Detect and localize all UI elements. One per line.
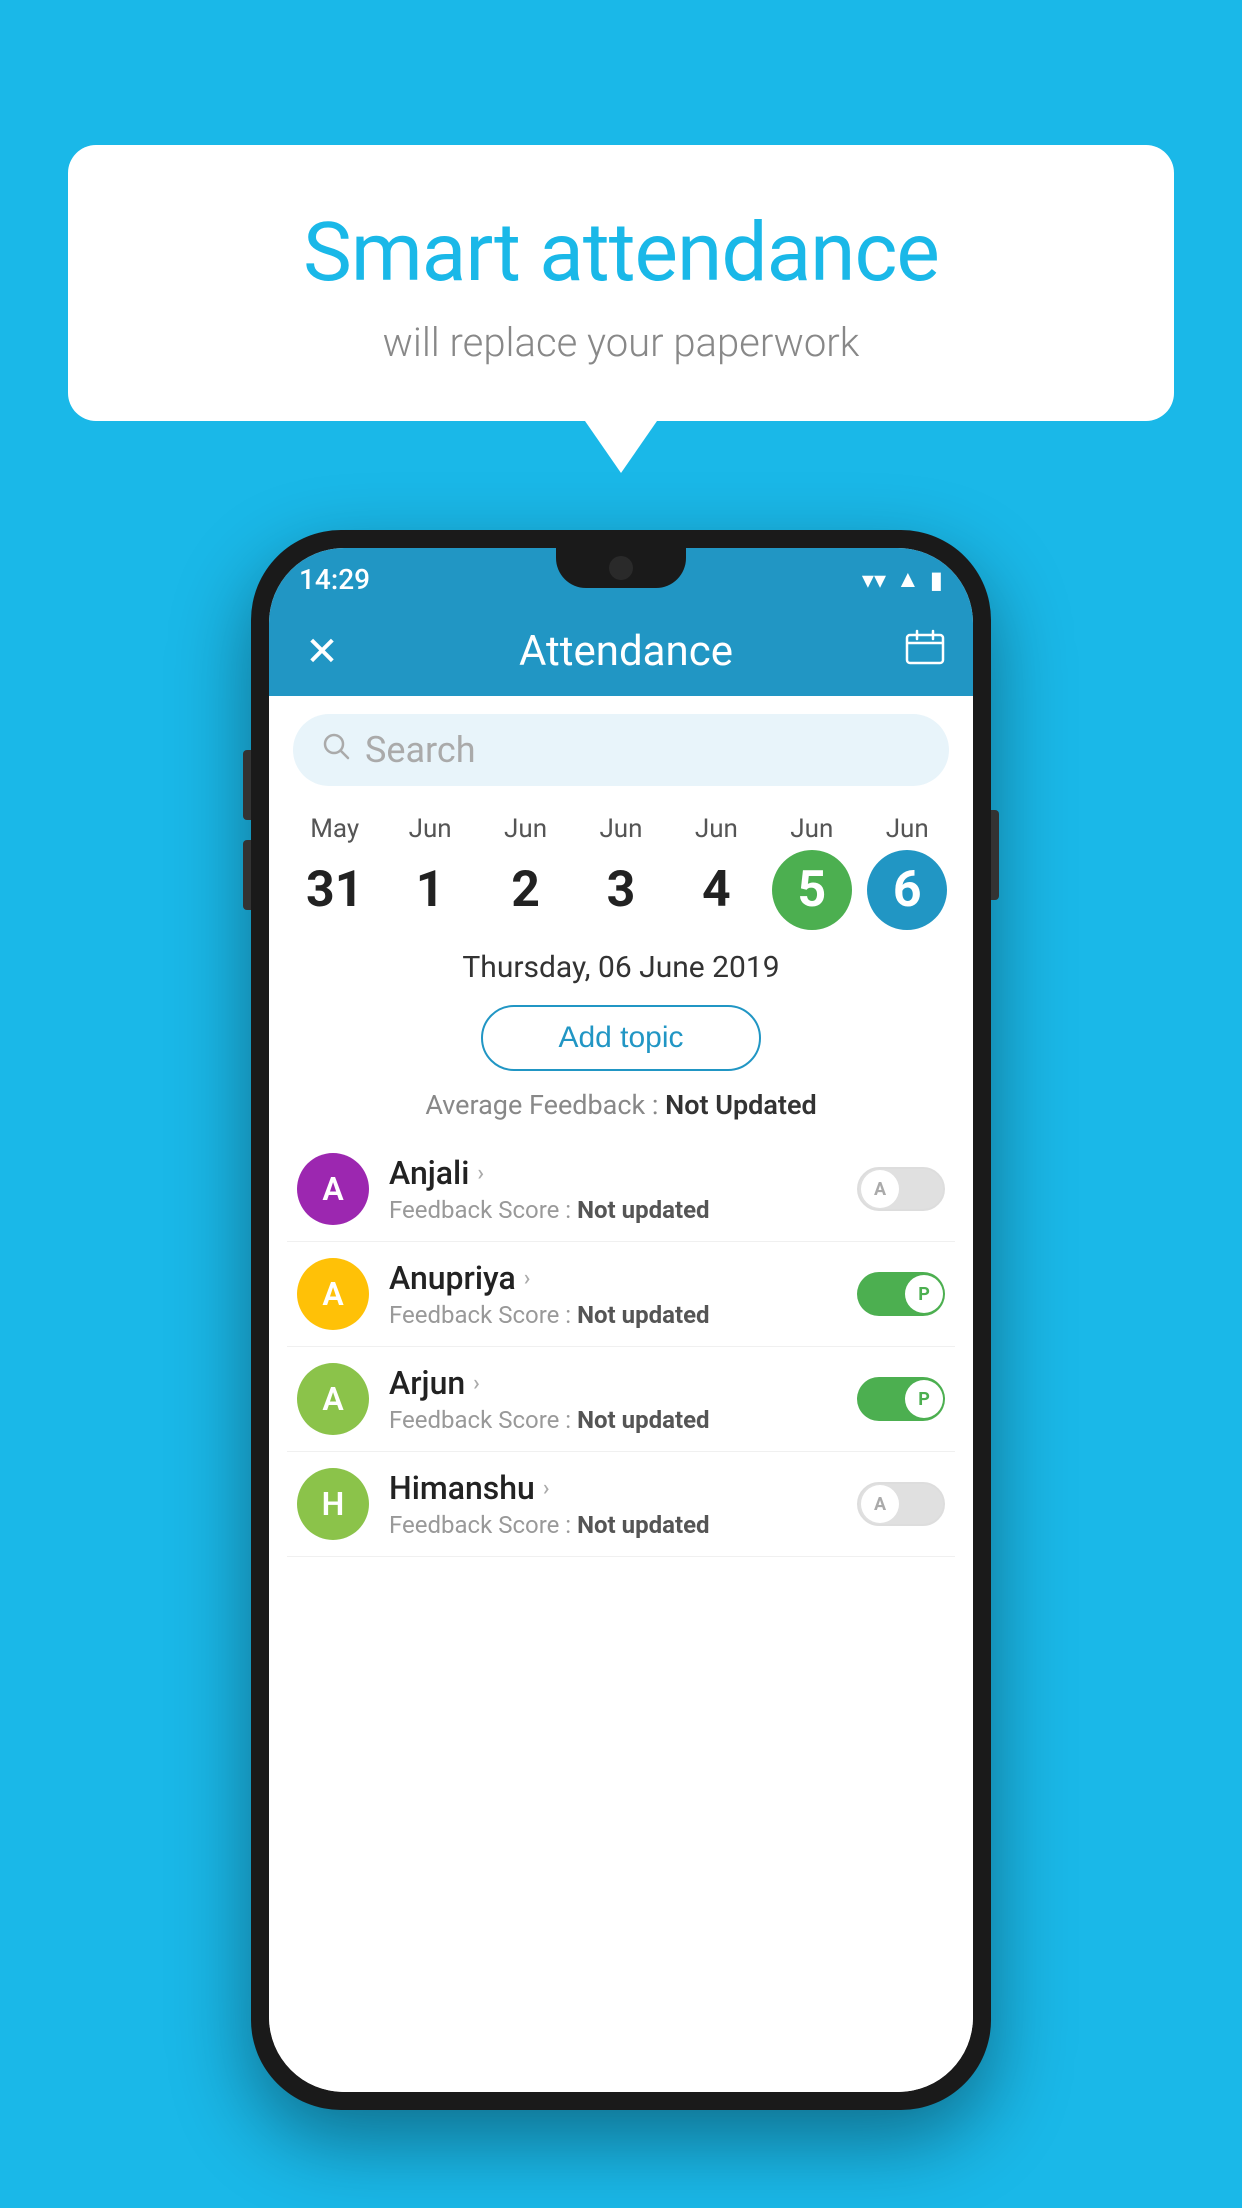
search-bar[interactable]: Search	[293, 714, 949, 786]
app-header: ✕ Attendance	[269, 606, 973, 696]
toggle-knob: P	[905, 1380, 943, 1418]
student-name[interactable]: Arjun ›	[389, 1364, 837, 1402]
toggle-switch[interactable]: A	[857, 1167, 945, 1211]
date-item[interactable]: Jun 4	[676, 814, 756, 930]
bubble-title: Smart attendance	[118, 205, 1124, 301]
date-month: Jun	[409, 814, 452, 844]
date-item[interactable]: Jun 5	[772, 814, 852, 930]
avg-feedback-value: Not Updated	[665, 1089, 817, 1121]
date-number[interactable]: 1	[390, 850, 470, 930]
date-item[interactable]: Jun 3	[581, 814, 661, 930]
avatar: H	[297, 1468, 369, 1540]
student-name[interactable]: Himanshu ›	[389, 1469, 837, 1507]
date-month: May	[310, 814, 359, 844]
chevron-icon: ›	[543, 1476, 550, 1501]
avatar: A	[297, 1363, 369, 1435]
date-month: Jun	[886, 814, 929, 844]
status-time: 14:29	[299, 563, 370, 596]
avg-feedback-label: Average Feedback :	[425, 1089, 665, 1121]
date-number[interactable]: 4	[676, 850, 756, 930]
date-month: Jun	[790, 814, 833, 844]
attendance-toggle[interactable]: P	[857, 1377, 945, 1421]
selected-date-label: Thursday, 06 June 2019	[269, 930, 973, 995]
date-number[interactable]: 5	[772, 850, 852, 930]
search-icon	[321, 730, 351, 770]
student-info: Anupriya › Feedback Score : Not updated	[389, 1259, 837, 1329]
date-number[interactable]: 3	[581, 850, 661, 930]
bubble-subtitle: will replace your paperwork	[118, 319, 1124, 366]
phone-wrapper: 14:29 ▾▾ ▲ ▮ ✕ Attendance	[251, 530, 991, 2110]
attendance-toggle[interactable]: P	[857, 1272, 945, 1316]
volume-down-button	[243, 840, 251, 910]
date-number[interactable]: 31	[295, 850, 375, 930]
speech-bubble: Smart attendance will replace your paper…	[68, 145, 1174, 421]
avg-feedback: Average Feedback : Not Updated	[269, 1089, 973, 1121]
student-feedback: Feedback Score : Not updated	[389, 1301, 837, 1329]
student-info: Anjali › Feedback Score : Not updated	[389, 1154, 837, 1224]
student-feedback: Feedback Score : Not updated	[389, 1406, 837, 1434]
date-item[interactable]: May 31	[295, 814, 375, 930]
avatar: A	[297, 1258, 369, 1330]
student-item: H Himanshu › Feedback Score : Not updated A	[287, 1452, 955, 1557]
toggle-knob: A	[861, 1485, 899, 1523]
date-item[interactable]: Jun 6	[867, 814, 947, 930]
signal-icon: ▲	[896, 565, 920, 594]
attendance-toggle[interactable]: A	[857, 1482, 945, 1526]
front-camera	[609, 556, 633, 580]
speech-bubble-container: Smart attendance will replace your paper…	[68, 145, 1174, 421]
add-topic-button[interactable]: Add topic	[481, 1005, 761, 1071]
date-month: Jun	[504, 814, 547, 844]
student-info: Himanshu › Feedback Score : Not updated	[389, 1469, 837, 1539]
date-strip: May 31 Jun 1 Jun 2 Jun 3 Jun 4 Jun 5 Jun 6	[269, 804, 973, 930]
toggle-switch[interactable]: P	[857, 1272, 945, 1316]
phone-screen: 14:29 ▾▾ ▲ ▮ ✕ Attendance	[269, 548, 973, 2092]
toggle-switch[interactable]: P	[857, 1377, 945, 1421]
toggle-knob: P	[905, 1275, 943, 1313]
student-list: AAnjali ›Feedback Score : Not updatedAAA…	[269, 1137, 973, 1557]
phone-notch	[556, 548, 686, 588]
date-item[interactable]: Jun 2	[486, 814, 566, 930]
phone-outer: 14:29 ▾▾ ▲ ▮ ✕ Attendance	[251, 530, 991, 2110]
search-input[interactable]: Search	[365, 729, 476, 771]
battery-icon: ▮	[930, 566, 943, 594]
date-number[interactable]: 6	[867, 850, 947, 930]
student-name[interactable]: Anjali ›	[389, 1154, 837, 1192]
date-month: Jun	[599, 814, 642, 844]
power-button	[991, 810, 999, 900]
student-info: Arjun › Feedback Score : Not updated	[389, 1364, 837, 1434]
close-button[interactable]: ✕	[297, 628, 347, 675]
calendar-icon[interactable]	[905, 629, 945, 674]
toggle-knob: A	[861, 1170, 899, 1208]
volume-up-button	[243, 750, 251, 820]
status-icons: ▾▾ ▲ ▮	[862, 565, 943, 594]
student-item: A Anupriya › Feedback Score : Not updated P	[287, 1242, 955, 1347]
date-item[interactable]: Jun 1	[390, 814, 470, 930]
student-feedback: Feedback Score : Not updated	[389, 1196, 837, 1224]
date-month: Jun	[695, 814, 738, 844]
student-name[interactable]: Anupriya ›	[389, 1259, 837, 1297]
toggle-switch[interactable]: A	[857, 1482, 945, 1526]
student-feedback: Feedback Score : Not updated	[389, 1511, 837, 1539]
avatar: A	[297, 1153, 369, 1225]
attendance-toggle[interactable]: A	[857, 1167, 945, 1211]
student-item: A Arjun › Feedback Score : Not updated P	[287, 1347, 955, 1452]
app-content: Search May 31 Jun 1 Jun 2 Jun 3 Jun 4 Jun 5 Jun 6 Thu…	[269, 696, 973, 2092]
wifi-icon: ▾▾	[862, 566, 886, 594]
chevron-icon: ›	[477, 1161, 484, 1186]
app-title: Attendance	[519, 627, 733, 676]
chevron-icon: ›	[524, 1266, 531, 1291]
chevron-icon: ›	[473, 1371, 480, 1396]
date-number[interactable]: 2	[486, 850, 566, 930]
student-item: A Anjali › Feedback Score : Not updated A	[287, 1137, 955, 1242]
